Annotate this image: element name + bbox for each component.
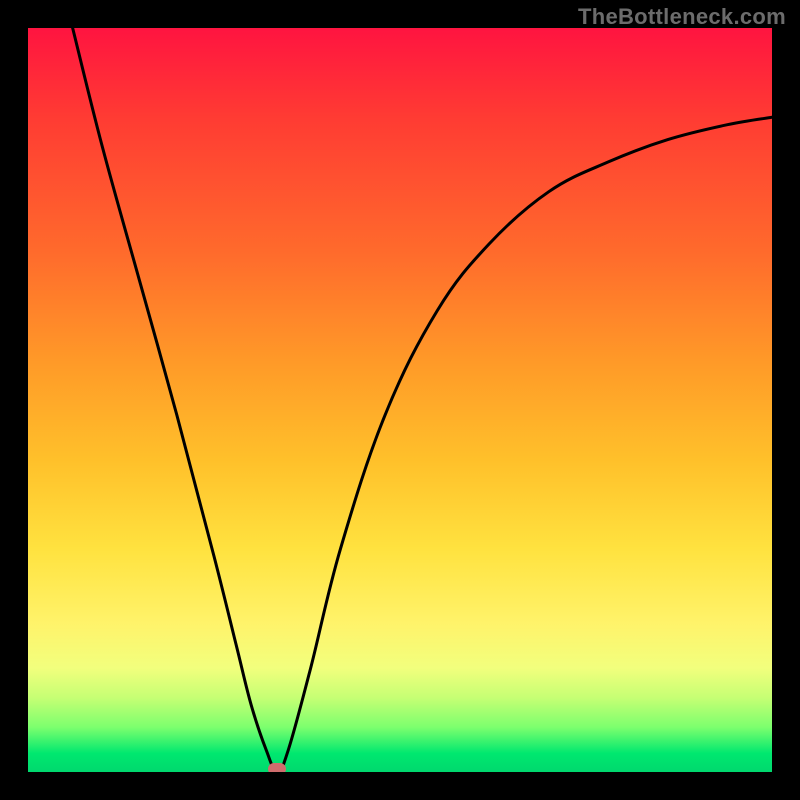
minimum-marker [268,763,286,772]
chart-frame: TheBottleneck.com [0,0,800,800]
bottleneck-curve [28,28,772,772]
plot-area [28,28,772,772]
watermark-text: TheBottleneck.com [578,4,786,30]
